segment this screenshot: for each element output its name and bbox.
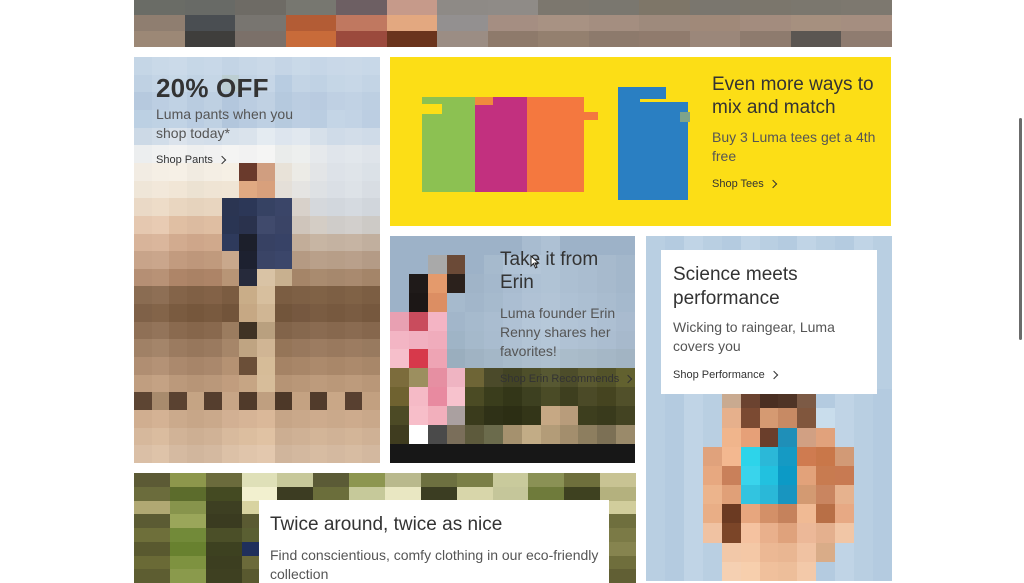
shop-tees-link[interactable]: Shop Tees [712,178,778,190]
shop-performance-label: Shop Performance [673,369,765,381]
pants-promo-subtitle: Luma pants when you shop today* [156,106,293,141]
tees-promo-image [390,57,690,226]
tees-promo-block[interactable]: Even more ways to mix and match Buy 3 Lu… [390,57,891,226]
shop-erin-recommends-link[interactable]: Shop Erin Recommends [500,373,633,385]
chevron-right-icon [769,370,778,380]
chevron-right-icon [623,374,633,384]
shop-tees-label: Shop Tees [712,178,764,190]
erin-promo-block[interactable]: Take it from Erin Luma founder Erin Renn… [390,236,635,463]
performance-promo-block[interactable]: Science meets performance Wicking to rai… [646,236,892,581]
shop-performance-link[interactable]: Shop Performance [673,369,778,381]
shop-erin-recommends-label: Shop Erin Recommends [500,373,620,385]
shop-pants-link[interactable]: Shop Pants [156,154,227,166]
eco-promo-subtitle: Find conscientious, comfy clothing in ou… [270,547,599,582]
erin-promo-title: Take it from Erin [500,249,599,293]
shop-pants-label: Shop Pants [156,154,213,166]
hero-banner-image[interactable] [134,0,892,47]
pants-promo-block[interactable]: 20% OFF Luma pants when you shop today* … [134,57,380,463]
scrollbar-thumb[interactable] [1019,118,1022,340]
eco-promo-title: Twice around, twice as nice [270,514,503,535]
erin-promo-subtitle: Luma founder Erin Renny shares her favor… [500,305,616,359]
tees-promo-title: Even more ways to mix and match [712,74,874,118]
performance-promo-title: Science meets performance [673,264,798,309]
pants-promo-title: 20% OFF [156,73,269,103]
performance-promo-card: Science meets performance Wicking to rai… [661,250,877,394]
performance-promo-subtitle: Wicking to raingear, Luma covers you [673,319,835,354]
eco-promo-card: Twice around, twice as nice Find conscie… [259,500,609,583]
chevron-right-icon [217,155,227,165]
page-scrollbar[interactable] [1016,0,1024,576]
eco-promo-block[interactable]: Twice around, twice as nice Find conscie… [134,473,636,583]
chevron-right-icon [768,179,778,189]
tees-promo-subtitle: Buy 3 Luma tees get a 4th free [712,129,876,164]
